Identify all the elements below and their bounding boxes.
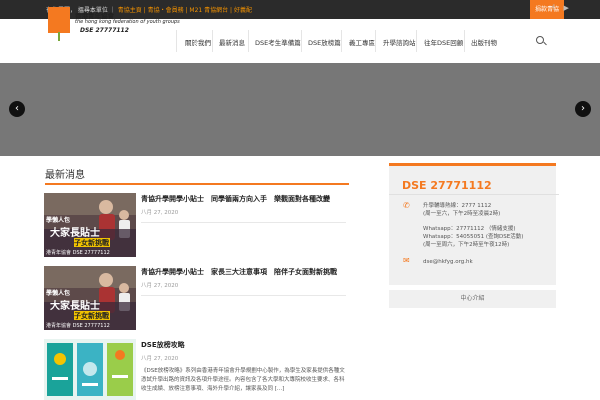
post-excerpt: 《DSE放榜攻略》系列由香港青年協會升學規劃中心製作，為學生及家長提供各種文憑試…: [141, 368, 345, 392]
widget-title: DSE 27771112: [402, 179, 492, 192]
nav-item-about[interactable]: 關於我們: [185, 37, 211, 47]
slider-next-icon[interactable]: ›: [575, 101, 591, 117]
thumb-text-2: 大家長貼士: [50, 301, 100, 312]
post-divider: [141, 295, 346, 296]
hero-slider: [0, 63, 600, 156]
facebook-icon[interactable]: f: [552, 4, 554, 12]
thumb-text-3: 子女新挑戰: [74, 312, 109, 320]
nav-item-publications[interactable]: 出版刊物: [471, 37, 497, 47]
nav-item-dse-results[interactable]: DSE放榜篇: [308, 37, 341, 47]
post-date: 八月 27, 2020: [141, 283, 179, 289]
nav-divider: [375, 30, 376, 52]
thumb-text-4: 港青年協會 DSE 27777112: [46, 250, 110, 256]
post-title[interactable]: 青協升學開學小貼士 同學循兩方向入手 樂觀面對各種改變: [141, 194, 330, 204]
phone-icon: ✆: [403, 201, 410, 210]
nav-divider: [301, 30, 302, 52]
nav-divider: [212, 30, 213, 52]
logo-hotline: DSE 27777112: [80, 27, 129, 34]
phone-hours: (周一至六，下午2時至凌晨2時): [423, 211, 501, 217]
thumb-text-2: 大家長貼士: [50, 228, 100, 239]
thumb-text-3: 子女新挑戰: [74, 239, 109, 247]
whatsapp-support: Whatsapp：27771112 （情緒支援): [423, 226, 516, 232]
thumb-text-1: 學懶人包: [46, 290, 71, 297]
post-thumbnail[interactable]: 學懶人包 大家長貼士 子女新挑戰 港青年協會 DSE 27777112: [44, 266, 136, 330]
youtube-icon[interactable]: ▶: [563, 4, 568, 12]
nav-divider: [341, 30, 342, 52]
whatsapp-hours: (周一至周六，下午2時至午夜12時): [423, 242, 510, 248]
nav-divider: [176, 30, 177, 52]
section-title: 最新消息: [45, 170, 85, 181]
logo-name-en: the hong kong federation of youth groups: [75, 19, 180, 25]
post-thumbnail[interactable]: 學懶人包 大家長貼士 子女新挑戰 港青年協會 DSE 27777112: [44, 193, 136, 257]
email-icon: ✉: [403, 256, 410, 265]
logo-accent: [58, 32, 60, 41]
post-date: 八月 27, 2020: [141, 210, 179, 216]
nav-item-dse-prep[interactable]: DSE考生準備篇: [255, 37, 301, 47]
social-icons: f ▶: [552, 4, 578, 12]
nav-item-advice[interactable]: 升學諮詢站: [383, 37, 416, 47]
post-title[interactable]: 青協升學開學小貼士 家長三大注意事項 陪伴子女面對新挑戰: [141, 267, 337, 277]
thumb-text-4: 港青年協會 DSE 27777112: [46, 323, 110, 329]
whatsapp-enquiry: Whatsapp：54055051 (查詢DSE活動): [423, 234, 524, 240]
post-title[interactable]: DSE放榜攻略: [141, 340, 185, 350]
thumb-text-1: 學懶人包: [46, 217, 71, 224]
nav-divider: [248, 30, 249, 52]
nav-divider: [416, 30, 417, 52]
nav-item-volunteer[interactable]: 義工專區: [349, 37, 375, 47]
nav-divider: [464, 30, 465, 52]
email-address[interactable]: dse@hkfyg.org.hk: [423, 258, 473, 266]
nav-item-news[interactable]: 最新消息: [219, 37, 245, 47]
search-icon[interactable]: [536, 36, 544, 44]
post-divider: [141, 222, 346, 223]
phone-hotline: 升學輔導熱線：2777 1112: [423, 203, 492, 209]
logo-mark[interactable]: [48, 7, 70, 33]
nav-item-past-dse[interactable]: 往年DSE回顧: [424, 37, 463, 47]
slider-prev-icon[interactable]: ‹: [9, 101, 25, 117]
post-date: 八月 27, 2020: [141, 356, 179, 362]
top-bar-links[interactable]: 青協主頁 | 青協・會員務 | M21 青協網台 | 好義配: [118, 7, 252, 14]
centre-intro-button[interactable]: 中心介紹: [389, 290, 556, 308]
post-thumbnail[interactable]: [44, 339, 136, 400]
section-underline: [45, 183, 349, 185]
widget-divider: [389, 194, 559, 195]
